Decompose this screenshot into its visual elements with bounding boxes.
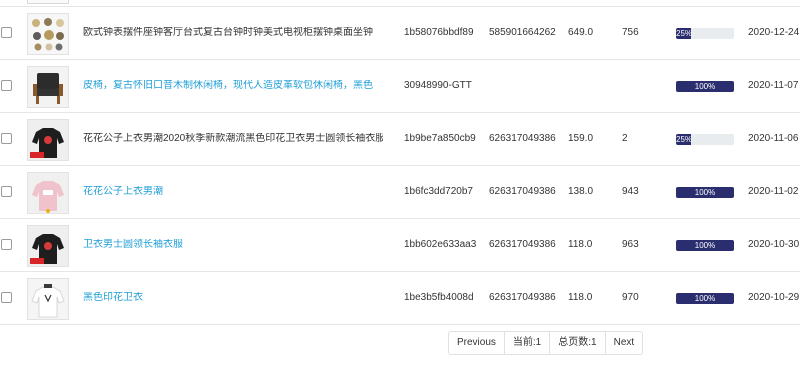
sku-cell: 1bb602e633aa3 [404,239,477,250]
next-page-button[interactable]: Next [604,332,643,354]
progress-bar: 25% [676,28,734,39]
black-sweatshirt-image [28,120,68,160]
stock-cell: 943 [622,186,639,197]
date-cell: 2020-12-24 [748,27,800,38]
row-select-checkbox[interactable] [1,239,12,250]
product-title: 花花公子上衣男潮2020秋季新款潮流黑色印花卫衣男士圆领长袖衣服 [83,133,383,144]
row-select-checkbox[interactable] [1,133,12,144]
progress-bar: 100% [676,187,734,198]
product-thumbnail[interactable] [27,278,69,320]
table-top-edge [0,0,800,7]
product-table: 欧式钟表摆件座钟客厅台式复古台钟时钟美式电视柜摆钟桌面坐钟 1b58076bbd… [0,7,800,325]
product-title[interactable]: 花花公子上衣男潮 [83,186,383,198]
spu-cell: 626317049386 [489,239,556,250]
sku-cell: 1b6fc3dd720b7 [404,186,473,197]
product-title[interactable]: 皮椅，复古怀旧口音木制休闲椅，现代人造皮革软包休闲椅，黑色 [83,80,383,92]
stock-cell: 963 [622,239,639,250]
product-title[interactable]: 黑色印花卫衣 [83,292,383,304]
price-cell: 118.0 [568,292,593,303]
row-select-checkbox[interactable] [1,292,12,303]
price-cell: 649.0 [568,27,594,38]
progress-fill: 100% [676,81,734,92]
progress-bar: 100% [676,81,734,92]
sku-cell: 1be3b5fb4008d [404,292,474,303]
progress-fill: 25% [676,134,693,145]
progress-fill: 25% [676,28,693,39]
date-cell: 2020-10-29 [748,292,800,303]
progress-bar: 100% [676,293,734,304]
stock-cell: 2 [622,133,628,144]
date-cell: 2020-11-07 [748,80,799,91]
white-sweatshirt-image [28,279,68,319]
progress-fill: 100% [676,240,734,251]
table-row: 花花公子上衣男潮2020秋季新款潮流黑色印花卫衣男士圆领长袖衣服 1b9be7a… [0,113,800,166]
table-row: 花花公子上衣男潮 1b6fc3dd720b7 626317049386 138.… [0,166,800,219]
stock-cell: 756 [622,27,639,38]
row-select-checkbox[interactable] [1,80,12,91]
sku-cell: 1b9be7a850cb9 [404,133,476,144]
total-pages-indicator: 总页数:1 [549,332,604,354]
previous-page-button[interactable]: Previous [449,332,504,354]
progress-bar: 100% [676,240,734,251]
progress-bar: 25% [676,134,734,145]
spu-cell: 626317049386 [489,186,556,197]
price-cell: 118.0 [568,239,593,250]
stock-cell: 970 [622,292,639,303]
pink-sweatshirt-image [28,173,68,213]
sku-cell: 30948990-GTT [404,80,472,91]
product-thumbnail[interactable] [27,13,69,55]
spu-cell: 585901664262 [489,27,556,38]
table-row: 皮椅，复古怀旧口音木制休闲椅，现代人造皮革软包休闲椅，黑色 30948990-G… [0,60,800,113]
leather-chair-image [28,67,68,107]
price-cell: 138.0 [568,186,594,197]
product-thumbnail[interactable] [27,119,69,161]
progress-fill: 100% [676,187,734,198]
table-row: 欧式钟表摆件座钟客厅台式复古台钟时钟美式电视柜摆钟桌面坐钟 1b58076bbd… [0,7,800,60]
table-row: 黑色印花卫衣 1be3b5fb4008d 626317049386 118.0 … [0,272,800,325]
product-thumbnail[interactable] [27,66,69,108]
row-select-checkbox[interactable] [1,186,12,197]
previous-row-thumbnail-edge [27,0,69,4]
sku-cell: 1b58076bbdf89 [404,27,474,38]
spu-cell: 626317049386 [489,133,556,144]
current-page-indicator: 当前:1 [503,332,549,354]
date-cell: 2020-11-02 [748,186,799,197]
row-select-checkbox[interactable] [1,27,12,38]
spu-cell: 626317049386 [489,292,556,303]
black-sweatshirt-image [28,226,68,266]
date-cell: 2020-10-30 [748,239,800,250]
date-cell: 2020-11-06 [748,133,799,144]
progress-fill: 100% [676,293,734,304]
clock-set-image [28,14,68,54]
pagination: Previous 当前:1 总页数:1 Next [448,331,644,355]
product-thumbnail[interactable] [27,225,69,267]
table-row: 卫衣男士圆领长袖衣服 1bb602e633aa3 626317049386 11… [0,219,800,272]
product-title[interactable]: 卫衣男士圆领长袖衣服 [83,239,383,251]
product-thumbnail[interactable] [27,172,69,214]
price-cell: 159.0 [568,133,594,144]
product-title: 欧式钟表摆件座钟客厅台式复古台钟时钟美式电视柜摆钟桌面坐钟 [83,27,373,38]
